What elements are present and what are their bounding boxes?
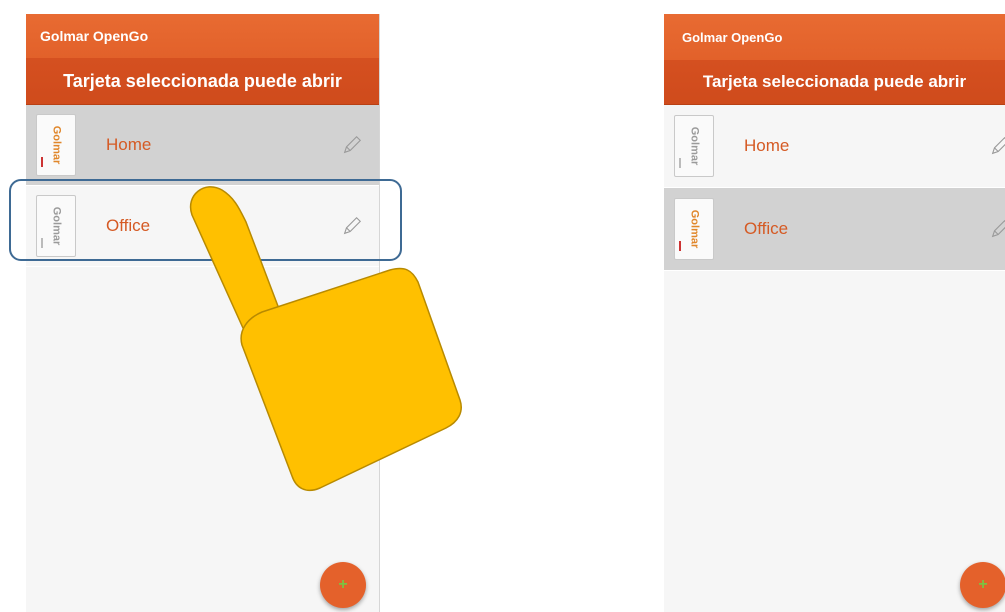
pointing-hand-icon [189, 186, 462, 492]
